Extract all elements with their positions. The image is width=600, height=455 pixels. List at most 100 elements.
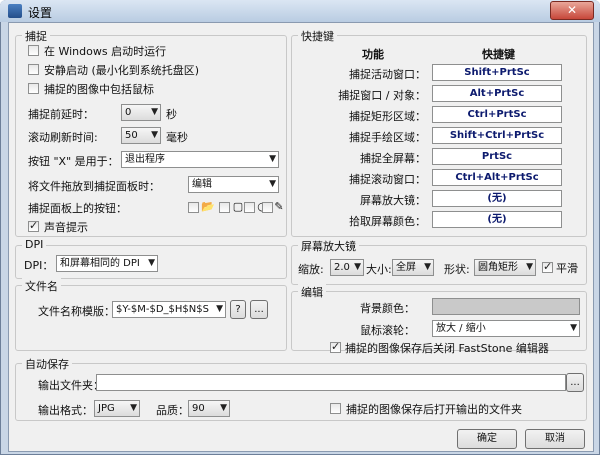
bg-color-label: 背景颜色： [360,302,415,315]
drag-select[interactable]: 编辑 ▼ [188,176,279,193]
chevron-down-icon: ▼ [526,262,533,272]
filename-group: 文件名 文件名称模版： $Y-$M-$D_$H$N$S ▼ ? ... [15,278,287,351]
chevron-down-icon: ▼ [570,323,577,333]
dpi-value: 和屏幕相同的 DPI [60,258,140,269]
filename-template-select[interactable]: $Y-$M-$D_$H$N$S ▼ [112,301,226,318]
quality-label: 品质： [156,404,189,417]
filename-group-label: 文件名 [22,278,61,294]
chevron-down-icon: ▼ [220,403,227,413]
quality-select[interactable]: 90 ▼ [188,400,230,417]
output-folder-browse-button[interactable]: ... [566,373,584,392]
hotkeys-group: 快捷键 功能 快捷键 捕捉活动窗口： Shift+PrtSc 捕捉窗口 / 对象… [291,28,587,237]
zoom-value: 2.0 [334,262,350,273]
dpi-group-label: DPI [22,238,47,251]
hotkey-label: 拾取屏幕颜色： [349,215,426,228]
chevron-down-icon: ▼ [424,262,431,272]
magnifier-group-label: 屏幕放大镜 [298,238,359,254]
autosave-group: 自动保存 输出文件夹： ... 输出格式： JPG ▼ 品质： 90 ▼ 捕捉的… [15,356,587,421]
chevron-down-icon: ▼ [354,262,361,272]
panel-window-checkbox[interactable] [219,202,230,213]
shape-label: 形状: [444,263,470,276]
panel-picker-checkbox[interactable] [262,202,273,213]
drag-label: 将文件拖放到捕捉面板时： [28,180,160,193]
open-folder-label: 捕捉的图像保存后打开输出的文件夹 [346,403,522,416]
close-button[interactable]: ✕ [550,1,594,20]
quiet-start-label: 安静启动 (最小化到系统托盘区) [44,64,200,77]
delay-unit: 秒 [166,108,177,121]
cancel-button[interactable]: 取消 [525,429,585,449]
output-folder-input[interactable] [96,374,566,391]
dpi-group: DPI DPI： 和屏幕相同的 DPI ▼ [15,238,287,279]
size-value: 全屏 [396,262,416,273]
hotkey-field[interactable]: (无) [432,190,562,207]
smooth-checkbox[interactable] [542,260,553,273]
window-title: 设置 [28,6,53,20]
hotkey-label: 捕捉手绘区域： [349,131,426,144]
chevron-down-icon: ▼ [130,403,137,413]
hotkey-label: 捕捉滚动窗口： [349,173,426,186]
sound-checkbox[interactable] [28,219,39,232]
scroll-unit: 毫秒 [166,131,188,144]
dialog-body: 捕捉 在 Windows 启动时运行 安静启动 (最小化到系统托盘区) 捕捉的图… [8,22,594,452]
quiet-start-checkbox[interactable] [28,64,39,75]
bg-color-swatch[interactable] [432,298,580,315]
chevron-down-icon: ▼ [148,258,155,268]
include-cursor-checkbox[interactable] [28,83,39,94]
size-label: 大小: [366,263,392,276]
delay-select[interactable]: 0 ▼ [121,104,161,121]
delay-value: 0 [125,107,132,118]
filename-browse-button[interactable]: ... [250,300,268,319]
run-at-startup-checkbox[interactable] [28,45,39,56]
hotkey-field[interactable]: Alt+PrtSc [432,85,562,102]
wheel-select[interactable]: 放大 / 缩小 ▼ [432,320,580,337]
close-editor-checkbox[interactable] [330,340,341,353]
zoom-select[interactable]: 2.0 ▼ [330,259,364,276]
hotkey-label: 捕捉矩形区域： [349,110,426,123]
panel-open-checkbox[interactable] [188,202,199,213]
hotkey-field[interactable]: PrtSc [432,148,562,165]
hotkey-field[interactable]: Shift+Ctrl+PrtSc [432,127,562,144]
shape-select[interactable]: 圆角矩形 ▼ [474,259,536,276]
panel-buttons-label: 捕捉面板上的按钮： [28,202,127,215]
filename-template-value: $Y-$M-$D_$H$N$S [116,304,209,315]
chevron-down-icon: ▼ [269,154,276,164]
color-picker-icon: ✎ [274,200,284,213]
chevron-down-icon: ▼ [151,107,158,117]
open-folder-checkbox[interactable] [330,403,341,414]
hotkey-label: 捕捉窗口 / 对象： [338,89,426,102]
dpi-select[interactable]: 和屏幕相同的 DPI ▼ [56,255,158,272]
shape-value: 圆角矩形 [478,262,518,273]
capture-group-label: 捕捉 [22,28,50,44]
hotkey-field[interactable]: Ctrl+PrtSc [432,106,562,123]
run-at-startup-label: 在 Windows 启动时运行 [44,45,167,58]
output-format-select[interactable]: JPG ▼ [94,400,140,417]
hotkey-label: 屏幕放大镜： [360,194,426,207]
title-bar: 设置 ✕ [0,0,600,22]
scroll-value: 50 [125,130,138,141]
output-format-label: 输出格式： [38,404,93,417]
zoom-label: 缩放: [298,263,324,276]
x-button-value: 退出程序 [125,154,165,165]
panel-magnifier-checkbox[interactable] [244,202,255,213]
output-folder-label: 输出文件夹： [38,379,104,392]
x-button-select[interactable]: 退出程序 ▼ [121,151,279,168]
hotkey-field[interactable]: (无) [432,211,562,228]
ok-button[interactable]: 确定 [457,429,517,449]
chevron-down-icon: ▼ [269,179,276,189]
drag-value: 编辑 [192,179,212,190]
hotkey-field[interactable]: Ctrl+Alt+PrtSc [432,169,562,186]
size-select[interactable]: 全屏 ▼ [392,259,434,276]
window-icon: ▢ [232,200,244,213]
filename-help-button[interactable]: ? [230,300,246,319]
autosave-group-label: 自动保存 [22,356,72,372]
wheel-value: 放大 / 缩小 [436,323,486,334]
scroll-select[interactable]: 50 ▼ [121,127,161,144]
smooth-label: 平滑 [556,262,578,275]
wheel-label: 鼠标滚轮： [360,324,415,337]
hotkeys-col-function: 功能 [362,48,384,61]
delay-label: 捕捉前延时： [28,108,94,121]
hotkey-label: 捕捉活动窗口： [349,68,426,81]
hotkey-field[interactable]: Shift+PrtSc [432,64,562,81]
sound-label: 声音提示 [44,221,88,234]
close-editor-label: 捕捉的图像保存后关闭 FastStone 编辑器 [345,342,549,355]
